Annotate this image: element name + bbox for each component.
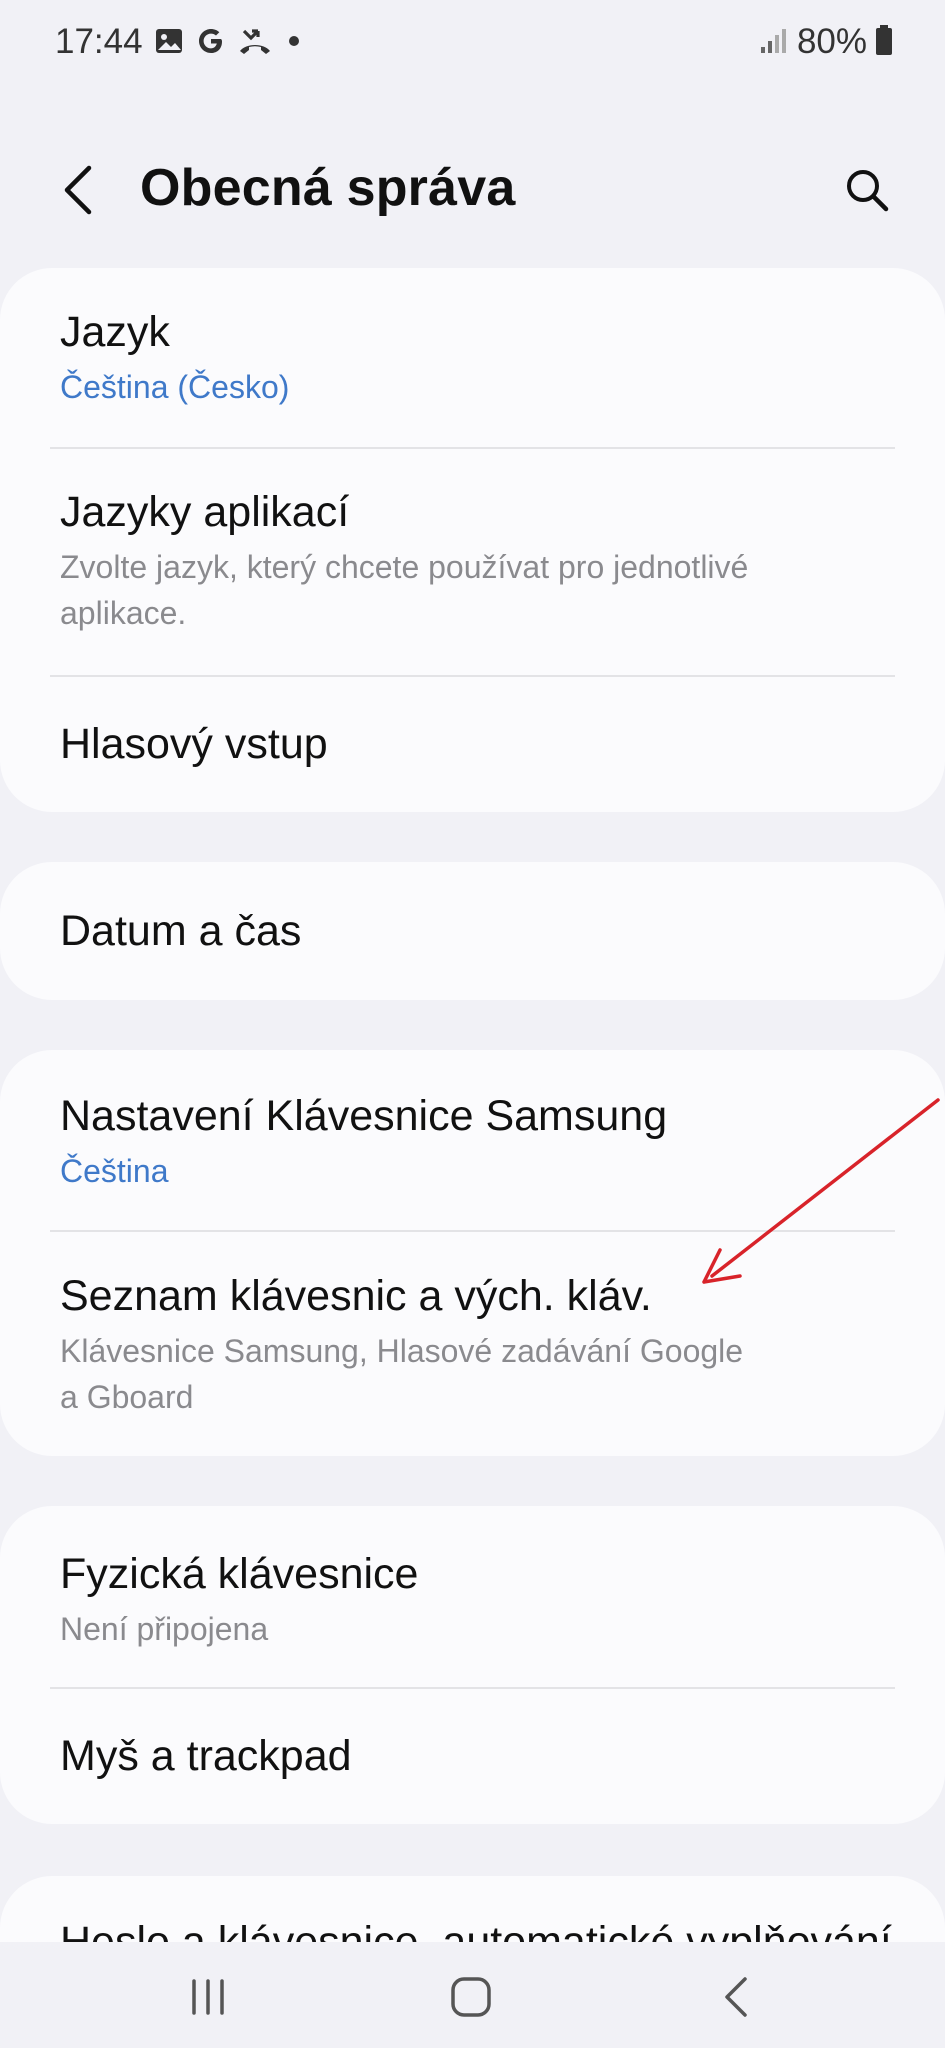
setting-physical-keyboard[interactable]: Fyzická klávesnice Není připojena <box>60 1548 885 1652</box>
home-button[interactable] <box>431 1964 511 2030</box>
setting-title: Seznam klávesnic a vých. kláv. <box>60 1272 652 1320</box>
divider <box>50 447 895 449</box>
setting-title: Nastavení Klávesnice Samsung <box>60 1092 668 1140</box>
setting-title: Jazyk <box>60 308 170 356</box>
settings-group-date: Datum a čas <box>0 862 945 1000</box>
app-header: Obecná správa <box>0 120 945 260</box>
back-button[interactable] <box>52 160 104 220</box>
setting-app-languages[interactable]: Jazyky aplikací Zvolte jazyk, který chce… <box>60 486 885 636</box>
settings-group-partial: Heslo a klávesnice, automatické vyplňová… <box>0 1876 945 1942</box>
divider <box>50 1230 895 1232</box>
setting-language[interactable]: Jazyk Čeština (Česko) <box>60 306 885 410</box>
search-button[interactable] <box>837 160 897 220</box>
divider <box>50 675 895 677</box>
back-nav-button[interactable] <box>696 1964 776 2030</box>
setting-subtitle-line1: Klávesnice Samsung, Hlasové zadávání Goo… <box>60 1333 744 1369</box>
status-right: 80% <box>759 22 893 62</box>
battery-percent: 80% <box>796 22 867 61</box>
notification-icons <box>154 26 304 56</box>
settings-group-input-devices: Fyzická klávesnice Není připojena Myš a … <box>0 1506 945 1824</box>
setting-mouse-trackpad[interactable]: Myš a trackpad <box>60 1730 885 1782</box>
setting-subtitle-line2: a Gboard <box>60 1379 194 1415</box>
dot-icon <box>284 26 304 56</box>
setting-title: Datum a čas <box>60 907 302 955</box>
setting-title: Hlasový vstup <box>60 720 328 768</box>
setting-subtitle: Čeština (Česko) <box>60 369 290 405</box>
settings-group-language: Jazyk Čeština (Česko) Jazyky aplikací Zv… <box>0 268 945 812</box>
gallery-icon <box>154 26 184 56</box>
settings-group-keyboard: Nastavení Klávesnice Samsung Čeština Sez… <box>0 1050 945 1456</box>
setting-title: Myš a trackpad <box>60 1732 352 1780</box>
home-icon <box>451 1977 491 2017</box>
page-title: Obecná správa <box>140 159 516 217</box>
navigation-bar <box>0 1942 945 2048</box>
battery-icon <box>875 24 893 61</box>
setting-subtitle: Není připojena <box>60 1611 269 1647</box>
recent-apps-icon <box>192 1979 224 2015</box>
back-arrow-icon <box>64 165 92 215</box>
setting-title: Fyzická klávesnice <box>60 1550 419 1598</box>
recent-apps-button[interactable] <box>168 1964 248 2030</box>
setting-subtitle: Čeština <box>60 1153 169 1189</box>
setting-subtitle-line2: aplikace. <box>60 595 187 631</box>
google-icon <box>196 26 226 56</box>
status-time: 17:44 <box>55 22 143 61</box>
setting-samsung-keyboard[interactable]: Nastavení Klávesnice Samsung Čeština <box>60 1090 885 1194</box>
divider <box>50 1687 895 1689</box>
setting-keyboard-list[interactable]: Seznam klávesnic a vých. kláv. Klávesnic… <box>60 1270 885 1420</box>
setting-date-time[interactable]: Datum a čas <box>60 905 885 957</box>
setting-voice-input[interactable]: Hlasový vstup <box>60 718 885 770</box>
search-icon <box>847 170 889 212</box>
back-icon <box>725 1977 747 2017</box>
signal-icon <box>759 25 789 60</box>
missed-call-icon <box>238 26 272 56</box>
setting-title: Jazyky aplikací <box>60 488 350 536</box>
status-bar: 17:44 80% <box>0 0 945 90</box>
setting-subtitle-line1: Zvolte jazyk, který chcete používat pro … <box>60 549 749 585</box>
setting-passwords-autofill[interactable]: Heslo a klávesnice, automatické vyplňová… <box>60 1918 892 1942</box>
